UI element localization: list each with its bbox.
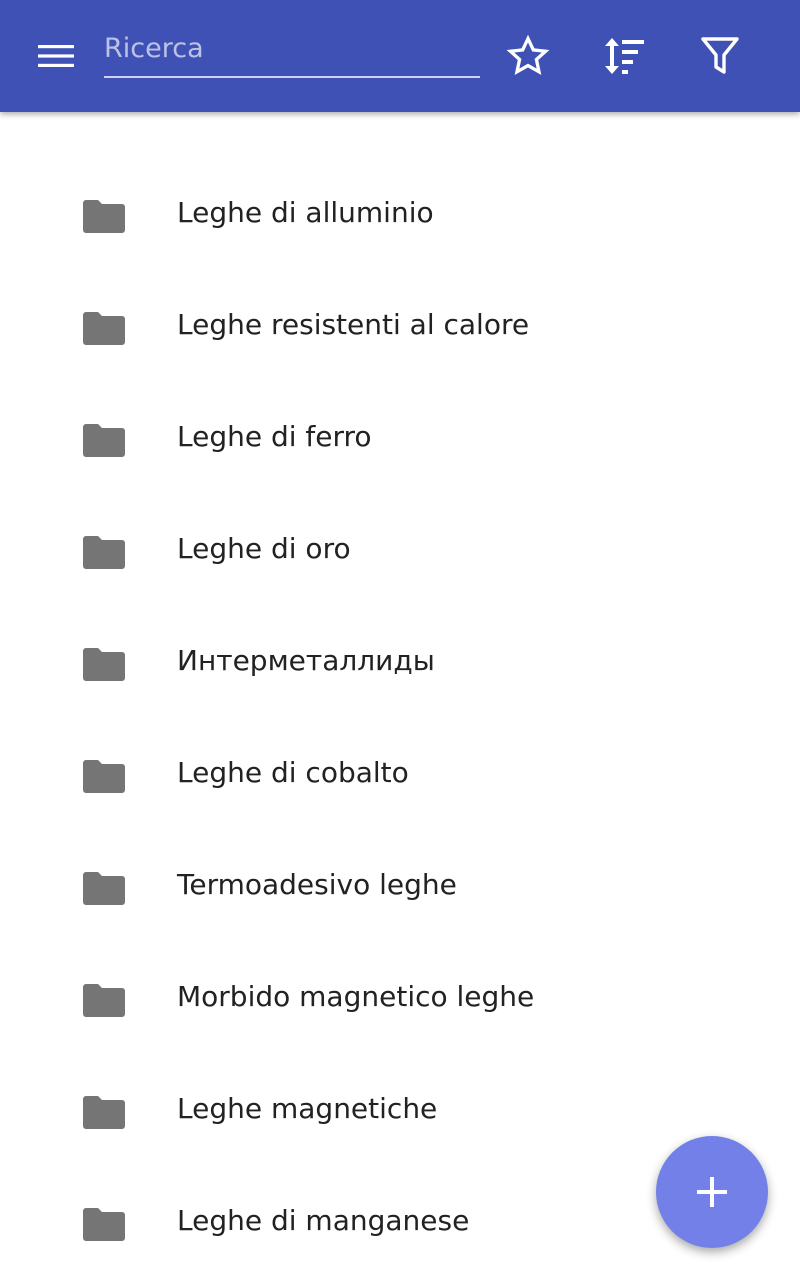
list-item[interactable]: Termoadesivo leghe (0, 832, 800, 944)
favorites-button[interactable] (500, 28, 556, 84)
folder-icon (83, 984, 125, 1017)
list-item[interactable]: Leghe resistenti al calore (0, 272, 800, 384)
list-item-label: Termoadesivo leghe (177, 868, 457, 901)
filter-icon (701, 37, 739, 74)
list-item[interactable]: Leghe di ferro (0, 384, 800, 496)
hamburger-menu-icon (38, 45, 74, 67)
sort-button[interactable] (596, 28, 652, 84)
list-item-label: Leghe magnetiche (177, 1092, 438, 1125)
filter-button[interactable] (692, 28, 748, 84)
list-item-label: Leghe resistenti al calore (177, 308, 530, 341)
folder-list: Leghe di alluminio Leghe resistenti al c… (0, 160, 800, 1280)
list-item-label: Leghe di alluminio (177, 196, 434, 229)
search-field (104, 26, 480, 82)
list-item-label: Leghe di oro (177, 532, 351, 565)
search-input[interactable] (104, 26, 480, 78)
list-item[interactable]: Leghe di oro (0, 496, 800, 608)
folder-icon (83, 1208, 125, 1241)
folder-icon (83, 536, 125, 569)
folder-icon (83, 872, 125, 905)
list-item[interactable]: Leghe di alluminio (0, 160, 800, 272)
list-item-label: Morbido magnetico leghe (177, 980, 535, 1013)
list-item-label: Leghe di cobalto (177, 756, 409, 789)
folder-icon (83, 1096, 125, 1129)
sort-icon (605, 38, 644, 74)
list-item-label: Leghe di manganese (177, 1204, 470, 1237)
list-item-label: Leghe di ferro (177, 420, 372, 453)
folder-icon (83, 760, 125, 793)
list-item[interactable]: Morbido magnetico leghe (0, 944, 800, 1056)
folder-icon (83, 424, 125, 457)
folder-icon (83, 648, 125, 681)
plus-icon (697, 1177, 727, 1207)
folder-icon (83, 200, 125, 233)
list-item[interactable]: Интерметаллиды (0, 608, 800, 720)
add-button[interactable] (656, 1136, 768, 1248)
list-item[interactable]: Leghe di cobalto (0, 720, 800, 832)
star-outline-icon (506, 34, 550, 76)
folder-icon (83, 312, 125, 345)
list-item-label: Интерметаллиды (177, 644, 435, 677)
menu-button[interactable] (28, 28, 84, 84)
app-bar (0, 0, 800, 112)
